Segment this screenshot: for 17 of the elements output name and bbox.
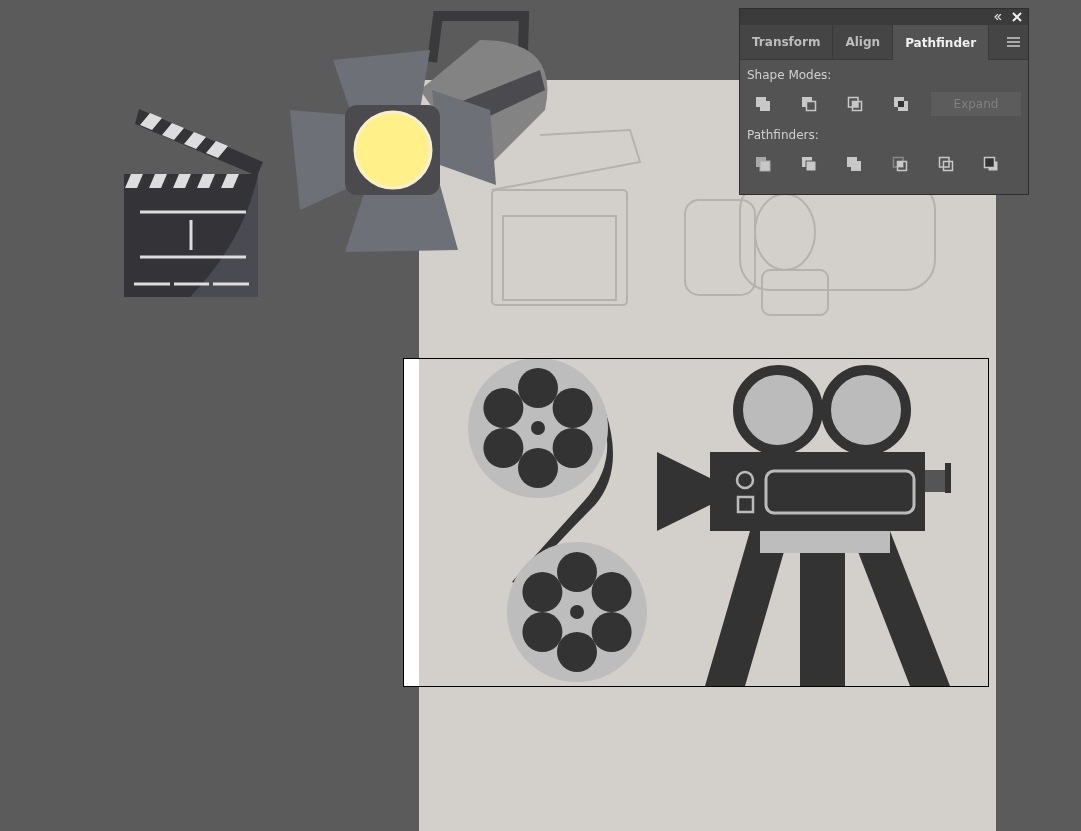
intersect-icon[interactable]	[846, 95, 864, 113]
selection-bounding-box[interactable]	[403, 358, 989, 687]
menu-icon[interactable]	[1007, 37, 1020, 47]
section-label: Pathfinders:	[747, 128, 820, 142]
exclude-icon[interactable]	[892, 95, 910, 113]
panel-tab[interactable]: Pathfinder	[893, 25, 990, 60]
minus-back-icon[interactable]	[982, 155, 1001, 173]
unite-icon[interactable]	[754, 95, 772, 113]
outline-icon[interactable]	[936, 155, 955, 173]
minus-front-icon[interactable]	[800, 95, 818, 113]
trim-icon[interactable]	[799, 155, 818, 173]
divide-icon[interactable]	[754, 155, 772, 173]
collapse-icon[interactable]	[994, 14, 1002, 20]
section-label: Shape Modes:	[747, 68, 833, 82]
close-icon[interactable]	[1012, 12, 1022, 22]
crop-icon[interactable]	[891, 155, 909, 173]
merge-icon[interactable]	[845, 155, 864, 173]
